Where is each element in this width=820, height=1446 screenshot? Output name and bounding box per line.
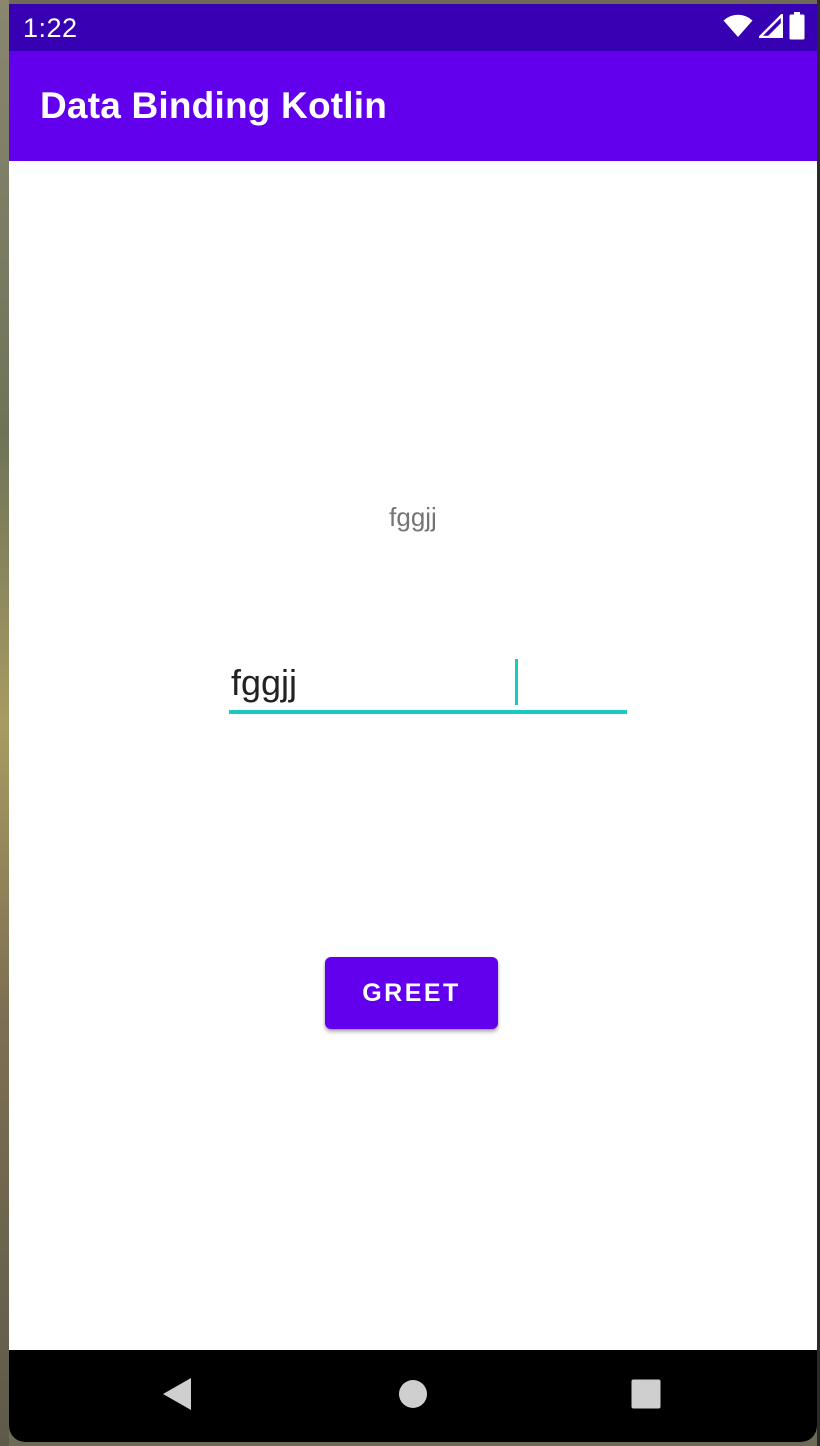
back-button[interactable] [132,1350,222,1442]
phone-screen: 1:22 Data Binding Kotlin fggjj fggjj GRE… [9,4,817,1442]
battery-icon [789,12,805,44]
name-input-field[interactable] [229,655,627,715]
greeting-text: fggjj [389,502,437,532]
recents-icon [631,1379,661,1413]
recents-button[interactable] [601,1350,691,1442]
navigation-bar [9,1350,817,1442]
text-cursor [515,659,518,705]
name-input[interactable] [229,655,627,711]
app-bar: Data Binding Kotlin [9,51,817,161]
home-button[interactable] [368,1350,458,1442]
home-icon [398,1379,428,1413]
status-time: 1:22 [23,13,78,43]
input-underline [229,710,627,714]
wifi-icon [723,14,753,42]
main-content: fggjj GREET [9,161,817,1350]
status-icons [723,11,805,44]
status-bar: 1:22 [9,4,817,51]
greet-button[interactable]: GREET [325,957,498,1029]
back-icon [162,1377,192,1415]
device-bezel-left [0,0,9,1446]
cellular-signal-icon [756,11,784,42]
app-title: Data Binding Kotlin [40,85,388,126]
